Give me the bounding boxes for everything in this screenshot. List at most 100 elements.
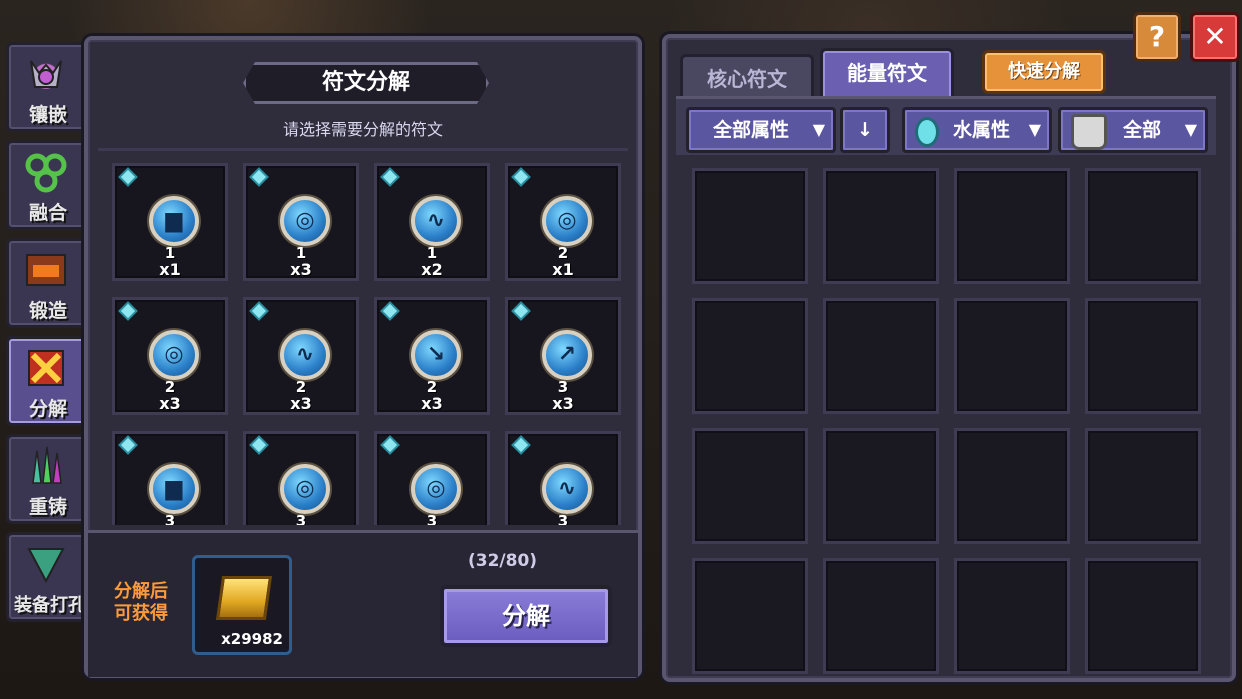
rune-glyph: ↗ [557,342,577,367]
inventory-slot[interactable] [823,558,939,674]
rune-quantity: x3 [159,394,181,413]
rune-glyph: ▆ [165,476,183,501]
rune-slot[interactable]: ◎ 2 x3 [112,297,228,415]
rune-icon: ◎ [280,196,330,246]
nav-item-inlay[interactable]: 镶嵌 [6,42,90,132]
nav-label-inlay: 镶嵌 [28,104,67,126]
rune-glyph: ◎ [164,342,184,367]
inventory-slot[interactable] [1085,168,1201,284]
inventory-slot[interactable] [954,558,1070,674]
rune-glyph: ◎ [295,476,315,501]
rune-slot[interactable]: ∿ 1 x2 [374,163,490,281]
help-button[interactable]: ? [1133,12,1181,62]
nav-label-recast: 重铸 [28,496,67,518]
nav-item-forge[interactable]: 锻造 [6,238,90,328]
quick-decompose-button[interactable]: 快速分解 [982,50,1106,94]
chevron-down-icon: ▼ [1184,120,1197,139]
inventory-slot[interactable] [692,168,808,284]
inlay-icon [23,51,69,97]
sort-toggle-button[interactable]: ↓ [840,107,890,153]
nav-item-socket[interactable]: 装备打孔 [6,532,90,622]
rune-icon: ↘ [411,330,461,380]
nav-item-fusion[interactable]: 融合 [6,140,90,230]
rune-icon: ∿ [411,196,461,246]
inventory-slot[interactable] [954,168,1070,284]
reward-label: 分解后可获得 [114,581,168,624]
recast-icon [23,443,69,489]
rune-slot[interactable]: ◎ 3 [243,431,359,525]
rune-glyph: ◎ [295,208,315,233]
rune-icon: ◎ [280,464,330,514]
panel-subtitle: 请选择需要分解的符文 [282,120,443,139]
rune-slot[interactable]: ▆ 3 [112,431,228,525]
decompose-footer: 分解后可获得 x29982 (32/80) 分解 [88,530,638,677]
inventory-slot[interactable] [1085,558,1201,674]
rune-quantity: x3 [290,394,312,413]
rune-glyph: ▆ [165,208,183,233]
rune-slot[interactable]: ↘ 2 x3 [374,297,490,415]
forge-icon-shape [26,254,66,286]
inlay-icon-shape [30,60,62,88]
attribute-filter-label: 全部属性 [713,119,790,141]
element-filter-label: 水属性 [953,119,1011,141]
gold-ingot-icon [215,576,273,620]
decompose-icon-shape [28,350,64,386]
rune-slot[interactable]: ∿ 3 [505,431,621,525]
water-gem-icon [513,437,529,453]
type-filter-dropdown[interactable]: 全部 ▼ [1058,107,1208,153]
attribute-filter-dropdown[interactable]: 全部属性 ▼ [686,107,836,153]
inventory-slot[interactable] [692,298,808,414]
nav-item-recast[interactable]: 重铸 [6,434,90,524]
inventory-slot[interactable] [1085,298,1201,414]
water-gem-icon [382,303,398,319]
rune-inventory-panel: 核心符文 能量符文 快速分解 全部属性 ▼ ↓ 水属性 ▼ 全部 ▼ [662,34,1236,682]
rune-icon: ◎ [149,330,199,380]
inventory-slot[interactable] [954,298,1070,414]
rune-level: 3 [295,512,307,525]
close-button[interactable]: ✕ [1190,12,1240,62]
rune-grid: ▆ 1 x1 ◎ 1 x3 ∿ 1 x2 ◎ 2 x1 ◎ 2 x3 ∿ 2 x3 ↘ 2 x3 ↗ 3 x3 ▆ 3 ◎ 3 ◎ 3 ∿ 3 [98,148,628,525]
water-element-icon [915,117,939,147]
nav-label-fusion: 融合 [28,202,67,224]
rune-slot[interactable]: ◎ 1 x3 [243,163,359,281]
rune-slot[interactable]: ↗ 3 x3 [505,297,621,415]
rune-slot[interactable]: ▆ 1 x1 [112,163,228,281]
tab-energy-runes[interactable]: 能量符文 [820,48,954,99]
rune-quantity: x3 [290,260,312,279]
rune-quantity: x3 [421,394,443,413]
rune-slot[interactable]: ∿ 2 x3 [243,297,359,415]
inventory-slot[interactable] [1085,428,1201,544]
inventory-slot[interactable] [954,428,1070,544]
inventory-slot[interactable] [823,298,939,414]
inventory-slot[interactable] [823,168,939,284]
tab-core-runes[interactable]: 核心符文 [680,54,814,99]
filter-bar: 全部属性 ▼ ↓ 水属性 ▼ 全部 ▼ [676,96,1216,155]
water-gem-icon [513,303,529,319]
type-filter-label: 全部 [1123,119,1162,141]
element-filter-dropdown[interactable]: 水属性 ▼ [902,107,1052,153]
inventory-slot[interactable] [692,428,808,544]
sort-arrow-icon: ↓ [857,119,873,141]
rune-slot[interactable]: ◎ 3 [374,431,490,525]
recast-icon-shape [32,446,62,484]
water-gem-icon [251,437,267,453]
rune-icon: ∿ [542,464,592,514]
forge-icon [23,247,69,293]
water-gem-icon [120,437,136,453]
rune-quantity: x1 [552,260,574,279]
inventory-slot[interactable] [823,428,939,544]
inventory-slot[interactable] [692,558,808,674]
rune-slot[interactable]: ◎ 2 x1 [505,163,621,281]
water-gem-icon [251,303,267,319]
nav-item-decompose[interactable]: 分解 [6,336,90,426]
reward-item[interactable]: x29982 [192,555,292,655]
rune-icon: ∿ [280,330,330,380]
rune-glyph: ∿ [426,208,446,233]
chevron-down-icon: ▼ [812,120,825,139]
decompose-button[interactable]: 分解 [440,585,612,647]
water-gem-icon [513,169,529,185]
rune-icon: ↗ [542,330,592,380]
rune-icon: ◎ [542,196,592,246]
decompose-icon [23,345,69,391]
rune-quantity: x3 [552,394,574,413]
